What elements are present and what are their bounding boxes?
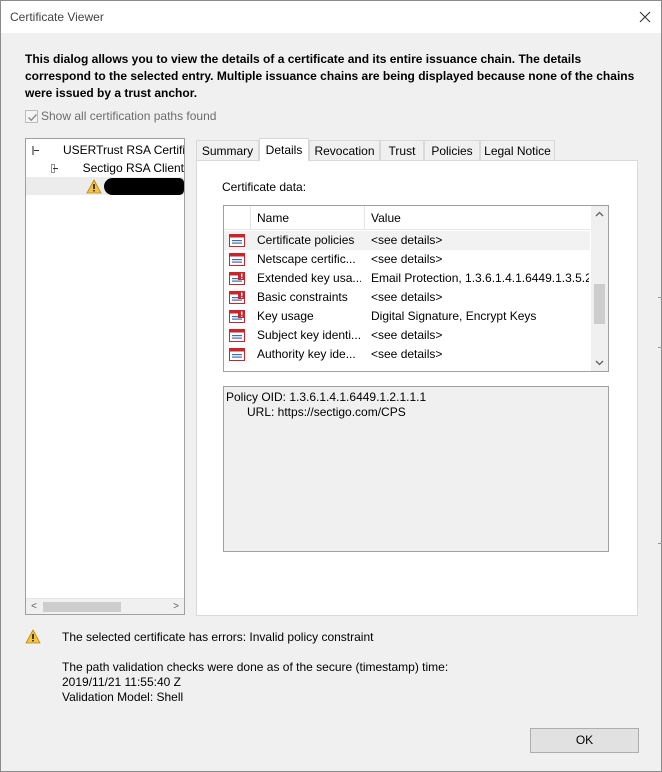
list-item[interactable]: Basic constraints <see details> bbox=[224, 288, 590, 307]
scroll-down-icon[interactable] bbox=[591, 354, 608, 371]
scroll-right-icon[interactable]: > bbox=[168, 599, 184, 614]
field-name: Subject key identi... bbox=[257, 328, 361, 342]
certificate-error-text: The selected certificate has errors: Inv… bbox=[62, 630, 374, 644]
certificate-critical-field-icon bbox=[229, 272, 245, 285]
tree-item-sectigo[interactable]: Sectigo RSA Client bbox=[26, 159, 184, 177]
certificate-field-icon bbox=[229, 348, 245, 361]
list-item[interactable]: Authority key ide... <see details> bbox=[224, 345, 590, 364]
certificate-fields-list[interactable]: Name Value Certificate policies <see deta… bbox=[223, 205, 609, 372]
window-title: Certificate Viewer bbox=[10, 10, 104, 24]
edge-divider bbox=[658, 347, 662, 348]
list-item[interactable]: Certificate policies <see details> bbox=[224, 231, 590, 250]
title-bar: Certificate Viewer bbox=[1, 1, 661, 33]
warning-icon bbox=[86, 178, 102, 193]
field-name: Basic constraints bbox=[257, 290, 348, 304]
certificate-data-label: Certificate data: bbox=[222, 180, 307, 194]
column-header-name[interactable]: Name bbox=[250, 206, 365, 230]
tab-legal-notice[interactable]: Legal Notice bbox=[480, 140, 555, 160]
tab-details[interactable]: Details bbox=[259, 138, 309, 161]
certificate-viewer-window: Certificate Viewer This dialog allows yo… bbox=[0, 0, 662, 772]
field-detail-box[interactable]: Policy OID: 1.3.6.1.4.1.6449.1.2.1.1.1 U… bbox=[223, 386, 609, 552]
field-value: <see details> bbox=[371, 290, 443, 304]
list-item[interactable]: Extended key usa... Email Protection, 1.3… bbox=[224, 269, 590, 288]
tree-item-label: Sectigo RSA Client bbox=[82, 161, 184, 175]
collapse-icon[interactable] bbox=[51, 163, 58, 173]
validation-timestamp: 2019/11/21 11:55:40 Z bbox=[62, 675, 181, 689]
details-tab-panel: Certificate data: Name Value Certificate… bbox=[196, 160, 638, 616]
intro-text: This dialog allows you to view the detai… bbox=[25, 52, 635, 100]
field-value: Digital Signature, Encrypt Keys bbox=[371, 309, 537, 323]
field-value: <see details> bbox=[371, 328, 443, 342]
scrollbar-thumb[interactable] bbox=[43, 602, 121, 612]
certificate-critical-field-icon bbox=[229, 310, 245, 323]
scroll-left-icon[interactable]: < bbox=[26, 599, 42, 614]
show-all-paths-checkbox[interactable] bbox=[25, 109, 38, 123]
validation-line: The path validation checks were done as … bbox=[62, 660, 449, 674]
list-header: Name Value bbox=[224, 206, 590, 230]
scroll-up-icon[interactable] bbox=[591, 206, 608, 223]
field-name: Key usage bbox=[257, 309, 314, 323]
tab-revocation[interactable]: Revocation bbox=[309, 140, 380, 160]
redacted-certificate-name bbox=[104, 178, 184, 195]
tab-trust[interactable]: Trust bbox=[380, 140, 424, 160]
list-item[interactable]: Netscape certific... <see details> bbox=[224, 250, 590, 269]
close-button[interactable] bbox=[633, 5, 657, 29]
edge-divider bbox=[658, 543, 662, 544]
collapse-icon[interactable] bbox=[32, 145, 39, 155]
field-name: Netscape certific... bbox=[257, 252, 356, 266]
ok-button[interactable]: OK bbox=[530, 728, 639, 753]
certificate-field-icon bbox=[229, 253, 245, 266]
tree-item-usertrust[interactable]: USERTrust RSA Certifi bbox=[26, 141, 184, 159]
detail-line-policy-oid: Policy OID: 1.3.6.1.4.1.6449.1.2.1.1.1 bbox=[226, 390, 427, 404]
column-header-value[interactable]: Value bbox=[365, 206, 590, 230]
path-validation-info: The path validation checks were done as … bbox=[62, 660, 448, 705]
validation-model: Validation Model: Shell bbox=[62, 690, 184, 704]
show-all-paths-label: Show all certification paths found bbox=[41, 109, 217, 123]
checkmark-icon bbox=[28, 113, 38, 121]
tab-policies[interactable]: Policies bbox=[424, 140, 480, 160]
field-value: <see details> bbox=[371, 252, 443, 266]
warning-icon bbox=[25, 629, 41, 644]
tree-item-label: USERTrust RSA Certifi bbox=[63, 143, 185, 157]
edge-divider bbox=[658, 297, 662, 298]
tab-summary[interactable]: Summary bbox=[196, 140, 259, 160]
list-item[interactable]: Subject key identi... <see details> bbox=[224, 326, 590, 345]
field-name: Certificate policies bbox=[257, 233, 355, 247]
field-name: Authority key ide... bbox=[257, 347, 356, 361]
scrollbar-thumb[interactable] bbox=[594, 284, 605, 324]
detail-line-url: URL: https://sectigo.com/CPS bbox=[247, 405, 406, 419]
certificate-field-icon bbox=[229, 329, 245, 342]
tree-horizontal-scrollbar[interactable]: < > bbox=[26, 598, 184, 614]
field-value: <see details> bbox=[371, 233, 443, 247]
certificate-chain-tree[interactable]: USERTrust RSA Certifi Sectigo RSA Client… bbox=[25, 138, 185, 615]
certificate-critical-field-icon bbox=[229, 291, 245, 304]
field-value: Email Protection, 1.3.6.1.4.1.6449.1.3.5… bbox=[371, 271, 589, 285]
field-value: <see details> bbox=[371, 347, 443, 361]
certificate-field-icon bbox=[229, 234, 245, 247]
list-item[interactable]: Key usage Digital Signature, Encrypt Keys bbox=[224, 307, 590, 326]
close-icon bbox=[639, 11, 651, 23]
field-name: Extended key usa... bbox=[257, 271, 361, 285]
list-vertical-scrollbar[interactable] bbox=[591, 206, 608, 371]
show-all-paths-checkbox-row[interactable]: Show all certification paths found bbox=[25, 108, 216, 124]
